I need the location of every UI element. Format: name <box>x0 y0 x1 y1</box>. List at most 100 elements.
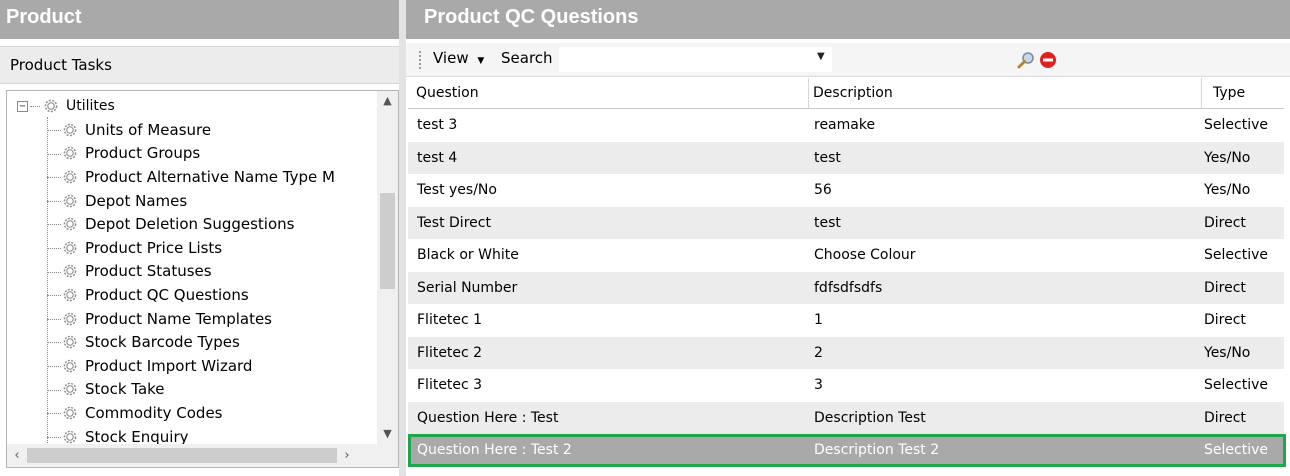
tree-connector-line <box>47 117 48 444</box>
cell-question: Black or White <box>417 247 519 264</box>
gear-icon <box>61 357 79 375</box>
scroll-thumb[interactable] <box>380 193 395 289</box>
tree-node-label: Utilites <box>66 98 115 114</box>
table-row[interactable]: Question Here : Test Description Test Dire… <box>408 401 1284 434</box>
toolbar-grip-icon[interactable] <box>419 51 421 69</box>
tree-item-label: Product Import Wizard <box>85 356 253 375</box>
cell-question: Flitetec 2 <box>417 344 483 361</box>
product-panel: Product Product Tasks − Utilites Units o… <box>0 0 399 476</box>
dropdown-arrow-icon: ▼ <box>477 56 485 66</box>
table-row[interactable]: Flitetec 1 1 Direct <box>408 304 1284 337</box>
scroll-up-icon[interactable]: ▲ <box>377 91 398 111</box>
tree-item[interactable]: Product Statuses <box>47 260 212 284</box>
cell-type: Selective <box>1204 117 1268 134</box>
table-row[interactable]: Serial Number fdfsdfsdfs Direct <box>408 271 1284 304</box>
tree-item[interactable]: Commodity Codes <box>46 401 223 425</box>
tree-item-label: Stock Barcode Types <box>85 333 240 352</box>
product-tasks-header[interactable]: Product Tasks <box>0 46 399 84</box>
search-dropdown-icon[interactable]: ▼ <box>817 51 825 62</box>
cell-type: Direct <box>1204 312 1246 329</box>
gear-icon <box>61 215 79 233</box>
qc-questions-panel: Product QC Questions View ▼ Search ▼ Que… <box>406 0 1290 476</box>
cell-question: Flitetec 3 <box>417 377 483 394</box>
cell-description: 2 <box>814 344 823 361</box>
gear-icon <box>61 428 79 444</box>
cell-type: Yes/No <box>1204 149 1251 166</box>
tree-vertical-scrollbar[interactable]: ▲ ▼ <box>377 91 398 444</box>
table-row[interactable]: test 4 test Yes/No <box>408 141 1284 174</box>
clear-red-icon[interactable] <box>1039 51 1057 69</box>
gear-icon <box>61 168 79 186</box>
gear-icon <box>61 286 79 304</box>
gear-icon <box>61 144 79 162</box>
tree-item[interactable]: Product QC Questions <box>47 283 249 307</box>
cell-type: Selective <box>1204 247 1268 264</box>
gear-icon <box>61 121 79 139</box>
tree-item[interactable]: Units of Measure <box>46 118 212 142</box>
tree-item[interactable]: Depot Deletion Suggestions <box>46 212 294 236</box>
cell-question: test 4 <box>417 149 458 166</box>
tree-item[interactable]: Stock Take <box>47 378 165 402</box>
tree-item-label: Product Statuses <box>85 262 212 281</box>
selection-highlight-outline <box>408 434 1286 467</box>
cell-description: test <box>814 149 841 166</box>
column-header-description[interactable]: Description <box>809 78 1202 108</box>
cell-question: Test Direct <box>417 214 491 231</box>
minus-expander-icon[interactable]: − <box>17 100 28 112</box>
tree-item[interactable]: Product Alternative Name Type M <box>47 165 335 189</box>
cell-type: Yes/No <box>1204 344 1251 361</box>
table-row[interactable]: test 3 reamake Selective <box>408 109 1284 142</box>
grid-body: test 3 reamake Selective test 4 test Yes/No Te… <box>408 109 1284 467</box>
tree-item[interactable]: Depot Names <box>46 189 187 213</box>
tree-item[interactable]: Product Groups <box>46 142 201 166</box>
page-title: Product QC Questions <box>406 0 1290 39</box>
product-panel-title: Product <box>0 0 399 39</box>
gear-icon <box>61 310 79 328</box>
tree-node-utilites[interactable]: − Utilites <box>17 95 115 117</box>
tree-item[interactable]: Product Import Wizard <box>46 354 253 378</box>
tree-item-label: Product Groups <box>85 144 201 163</box>
cell-question: test 3 <box>417 117 458 134</box>
gear-icon <box>61 262 79 280</box>
column-header-question[interactable]: Question <box>408 78 809 108</box>
table-row[interactable]: Test Direct test Direct <box>408 206 1284 239</box>
table-row[interactable]: Flitetec 3 3 Selective <box>408 369 1284 402</box>
cell-description: Choose Colour <box>814 247 916 264</box>
gear-icon <box>61 239 79 257</box>
search-magnifier-icon[interactable] <box>1017 51 1035 69</box>
gear-icon <box>61 333 79 351</box>
table-row[interactable]: Test yes/No 56 Yes/No <box>408 174 1284 207</box>
pane-splitter[interactable] <box>399 0 406 476</box>
scroll-thumb[interactable] <box>27 448 337 463</box>
gear-icon <box>42 97 60 115</box>
tree-horizontal-scrollbar[interactable]: ‹ › <box>7 444 398 467</box>
scroll-left-icon[interactable]: ‹ <box>7 444 27 467</box>
tree-item[interactable]: Product Name Templates <box>46 307 272 331</box>
view-menu-button[interactable]: View ▼ <box>433 49 484 67</box>
search-input[interactable] <box>559 47 832 72</box>
cell-type: Direct <box>1204 279 1246 296</box>
tree-item-label: Commodity Codes <box>85 403 223 422</box>
table-row[interactable]: Flitetec 2 2 Yes/No <box>408 336 1284 369</box>
tree-item-label: Product Alternative Name Type M <box>85 167 335 186</box>
scroll-down-icon[interactable]: ▼ <box>377 424 398 444</box>
cell-description: Description Test <box>814 409 926 426</box>
scroll-right-icon[interactable]: › <box>337 444 357 467</box>
cell-type: Yes/No <box>1204 182 1251 199</box>
search-label: Search <box>501 49 553 67</box>
tree-item[interactable]: Stock Enquiry <box>47 425 189 444</box>
cell-description: test <box>814 214 841 231</box>
grid-header: Question Description Type <box>408 78 1284 109</box>
gear-icon <box>61 192 79 210</box>
table-row[interactable]: Black or White Choose Colour Selective <box>408 239 1284 272</box>
cell-question: Test yes/No <box>417 182 497 199</box>
cell-description: 3 <box>814 377 823 394</box>
cell-type: Selective <box>1204 377 1268 394</box>
toolbar: View ▼ Search ▼ <box>406 43 1290 77</box>
column-header-type[interactable]: Type <box>1202 78 1284 108</box>
tree-item[interactable]: Product Price Lists <box>46 236 222 260</box>
tree-item[interactable]: Stock Barcode Types <box>47 330 240 354</box>
cell-type: Direct <box>1204 409 1246 426</box>
tree-item-label: Units of Measure <box>85 120 212 139</box>
questions-grid: Question Description Type test 3 reamake S… <box>408 78 1286 467</box>
